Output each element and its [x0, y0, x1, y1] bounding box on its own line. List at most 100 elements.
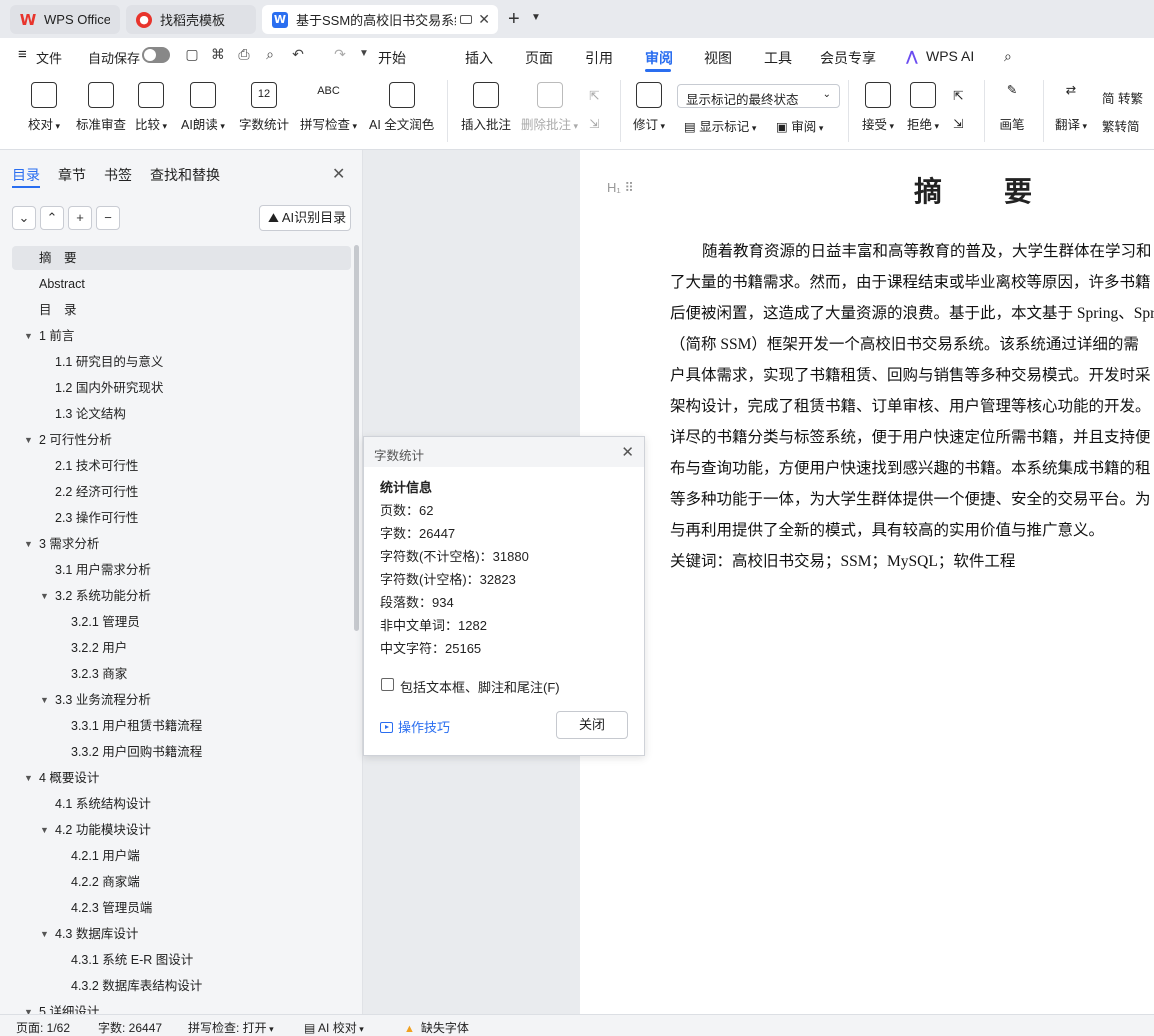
- toc-item[interactable]: 1.3 论文结构: [12, 402, 351, 426]
- status-spell-check[interactable]: 拼写检查: 打开: [188, 1019, 274, 1036]
- share-icon[interactable]: ⌘: [210, 46, 226, 62]
- dialog-close-button[interactable]: 关闭: [556, 711, 628, 739]
- tab-templates[interactable]: ● 找稻壳模板: [126, 5, 256, 34]
- toc-item[interactable]: 2.2 经济可行性: [12, 480, 351, 504]
- next-change-icon[interactable]: ⇲: [953, 116, 963, 131]
- toc-item[interactable]: 3.2.1 管理员: [12, 610, 351, 634]
- ai-polish-button[interactable]: AI 全文润色: [369, 82, 434, 133]
- menu-view[interactable]: 视图: [704, 48, 732, 68]
- print-icon[interactable]: ⎙: [236, 46, 252, 62]
- toc-item[interactable]: 3.2.3 商家: [12, 662, 351, 686]
- standard-review-button[interactable]: 标准审查: [76, 82, 126, 133]
- print-preview-icon[interactable]: ⌕: [262, 46, 278, 62]
- tips-link[interactable]: 操作技巧: [380, 717, 450, 736]
- toc-item[interactable]: ▼ 2 可行性分析: [12, 428, 351, 452]
- toc-item[interactable]: ▼ 4.3 数据库设计: [12, 922, 351, 946]
- chevron-down-icon[interactable]: ▼: [531, 12, 541, 23]
- delete-comment-button[interactable]: 删除批注: [521, 82, 578, 133]
- expand-all-button[interactable]: ⌄: [12, 206, 36, 230]
- toc-item[interactable]: 2.1 技术可行性: [12, 454, 351, 478]
- status-missing-font[interactable]: ▲ 缺失字体: [404, 1019, 469, 1036]
- expand-arrow-icon[interactable]: ▼: [24, 324, 33, 348]
- ai-read-button[interactable]: AI朗读: [181, 82, 225, 133]
- toc-item[interactable]: 3.1 用户需求分析: [12, 558, 351, 582]
- to-simplified-button[interactable]: 繁转简: [1102, 116, 1140, 135]
- hamburger-icon[interactable]: ≡: [18, 46, 27, 63]
- toc-item[interactable]: ▼ 3.3 业务流程分析: [12, 688, 351, 712]
- ai-toc-button[interactable]: ⛰ AI识别目录: [259, 205, 351, 231]
- quick-access-more-icon[interactable]: ▼: [356, 46, 372, 62]
- toc-item[interactable]: ▼ 3 需求分析: [12, 532, 351, 556]
- next-comment-icon[interactable]: ⇲: [589, 116, 599, 131]
- toc-item[interactable]: 4.2.3 管理员端: [12, 896, 351, 920]
- toc-item[interactable]: 目 录: [12, 298, 351, 322]
- toc-item[interactable]: 1.1 研究目的与意义: [12, 350, 351, 374]
- tab-wps-office[interactable]: W WPS Office: [10, 5, 120, 34]
- menu-tools[interactable]: 工具: [764, 48, 792, 68]
- close-icon[interactable]: ✕: [332, 164, 345, 184]
- track-changes-button[interactable]: 修订: [633, 82, 665, 133]
- toc-item[interactable]: ▼ 4 概要设计: [12, 766, 351, 790]
- tab-document[interactable]: W 基于SSM的高校旧书交易系统 ✕: [262, 5, 498, 34]
- status-page[interactable]: 页面: 1/62: [16, 1019, 70, 1036]
- search-icon[interactable]: ⌕: [1004, 48, 1012, 65]
- menu-wps-ai[interactable]: WPS AI: [926, 48, 974, 64]
- close-icon[interactable]: ✕: [621, 443, 634, 461]
- show-markup-button[interactable]: ▤ 显示标记: [684, 116, 756, 135]
- abstract-body[interactable]: 随着教育资源的日益丰富和高等教育的普及，大学生群体在学习和 了大量的书籍需求。然而…: [670, 236, 1154, 577]
- toc-item[interactable]: 3.2.2 用户: [12, 636, 351, 660]
- include-textbox-label[interactable]: 包括文本框、脚注和尾注(F): [400, 677, 560, 696]
- expand-arrow-icon[interactable]: ▼: [24, 532, 33, 556]
- menu-insert[interactable]: 插入: [465, 48, 493, 68]
- add-heading-button[interactable]: +: [68, 206, 92, 230]
- menu-member[interactable]: 会员专享: [820, 48, 876, 68]
- expand-arrow-icon[interactable]: ▼: [40, 818, 49, 842]
- toc-item[interactable]: ▼ 1 前言: [12, 324, 351, 348]
- toc-item[interactable]: 3.3.1 用户租赁书籍流程: [12, 714, 351, 738]
- pen-button[interactable]: ✎ 画笔: [999, 82, 1025, 133]
- toc-item[interactable]: 4.3.1 系统 E-R 图设计: [12, 948, 351, 972]
- save-icon[interactable]: ▢: [184, 46, 200, 62]
- document-page[interactable]: H₁ ⠿ 摘要 随着教育资源的日益丰富和高等教育的普及，大学生群体在学习和 了大量…: [580, 150, 1154, 1014]
- include-textbox-checkbox[interactable]: [381, 678, 394, 691]
- expand-arrow-icon[interactable]: ▼: [24, 766, 33, 790]
- word-count-button[interactable]: 12 字数统计: [239, 82, 289, 133]
- status-word-count[interactable]: 字数: 26447: [98, 1019, 162, 1036]
- compare-button[interactable]: 比较: [135, 82, 167, 133]
- translate-button[interactable]: ⇄ 翻译: [1055, 82, 1087, 133]
- menu-page[interactable]: 页面: [525, 48, 553, 68]
- nav-scrollbar[interactable]: [354, 245, 359, 631]
- collapse-all-button[interactable]: ⌃: [40, 206, 64, 230]
- autosave-toggle[interactable]: [142, 47, 170, 63]
- nav-tab-chapters[interactable]: 章节: [58, 165, 86, 185]
- remove-heading-button[interactable]: −: [96, 206, 120, 230]
- toc-item[interactable]: 摘 要: [12, 246, 351, 270]
- accept-button[interactable]: 接受: [862, 82, 894, 133]
- undo-icon[interactable]: ↶: [290, 46, 306, 62]
- toc-item[interactable]: 4.2.2 商家端: [12, 870, 351, 894]
- review-pane-button[interactable]: ▣ 审阅: [776, 116, 823, 135]
- heading-drag-handle-icon[interactable]: H₁ ⠿: [607, 180, 634, 196]
- toc-item[interactable]: 2.3 操作可行性: [12, 506, 351, 530]
- toc-item[interactable]: 4.1 系统结构设计: [12, 792, 351, 816]
- toc-item[interactable]: 4.2.1 用户端: [12, 844, 351, 868]
- nav-tab-toc[interactable]: 目录: [12, 165, 40, 185]
- expand-arrow-icon[interactable]: ▼: [24, 428, 33, 452]
- to-traditional-button[interactable]: 简 转繁: [1102, 88, 1143, 107]
- menu-home[interactable]: 开始: [378, 48, 406, 68]
- nav-tab-find-replace[interactable]: 查找和替换: [150, 165, 220, 185]
- proofread-button[interactable]: 校对: [28, 82, 60, 133]
- insert-comment-button[interactable]: 插入批注: [461, 82, 511, 133]
- expand-arrow-icon[interactable]: ▼: [40, 584, 49, 608]
- new-tab-icon[interactable]: +: [508, 9, 520, 29]
- reject-button[interactable]: 拒绝: [907, 82, 939, 133]
- menu-review[interactable]: 审阅: [645, 48, 673, 68]
- spell-check-button[interactable]: ABC 拼写检查: [300, 82, 357, 133]
- expand-arrow-icon[interactable]: ▼: [40, 922, 49, 946]
- markup-mode-select[interactable]: 显示标记的最终状态 ⌄: [677, 84, 840, 108]
- status-ai-proof[interactable]: ▤ AI 校对: [304, 1019, 364, 1036]
- redo-icon[interactable]: ↷: [332, 46, 348, 62]
- previous-change-icon[interactable]: ⇱: [953, 88, 963, 103]
- close-tab-icon[interactable]: ✕: [478, 11, 490, 28]
- toc-item[interactable]: Abstract: [12, 272, 351, 296]
